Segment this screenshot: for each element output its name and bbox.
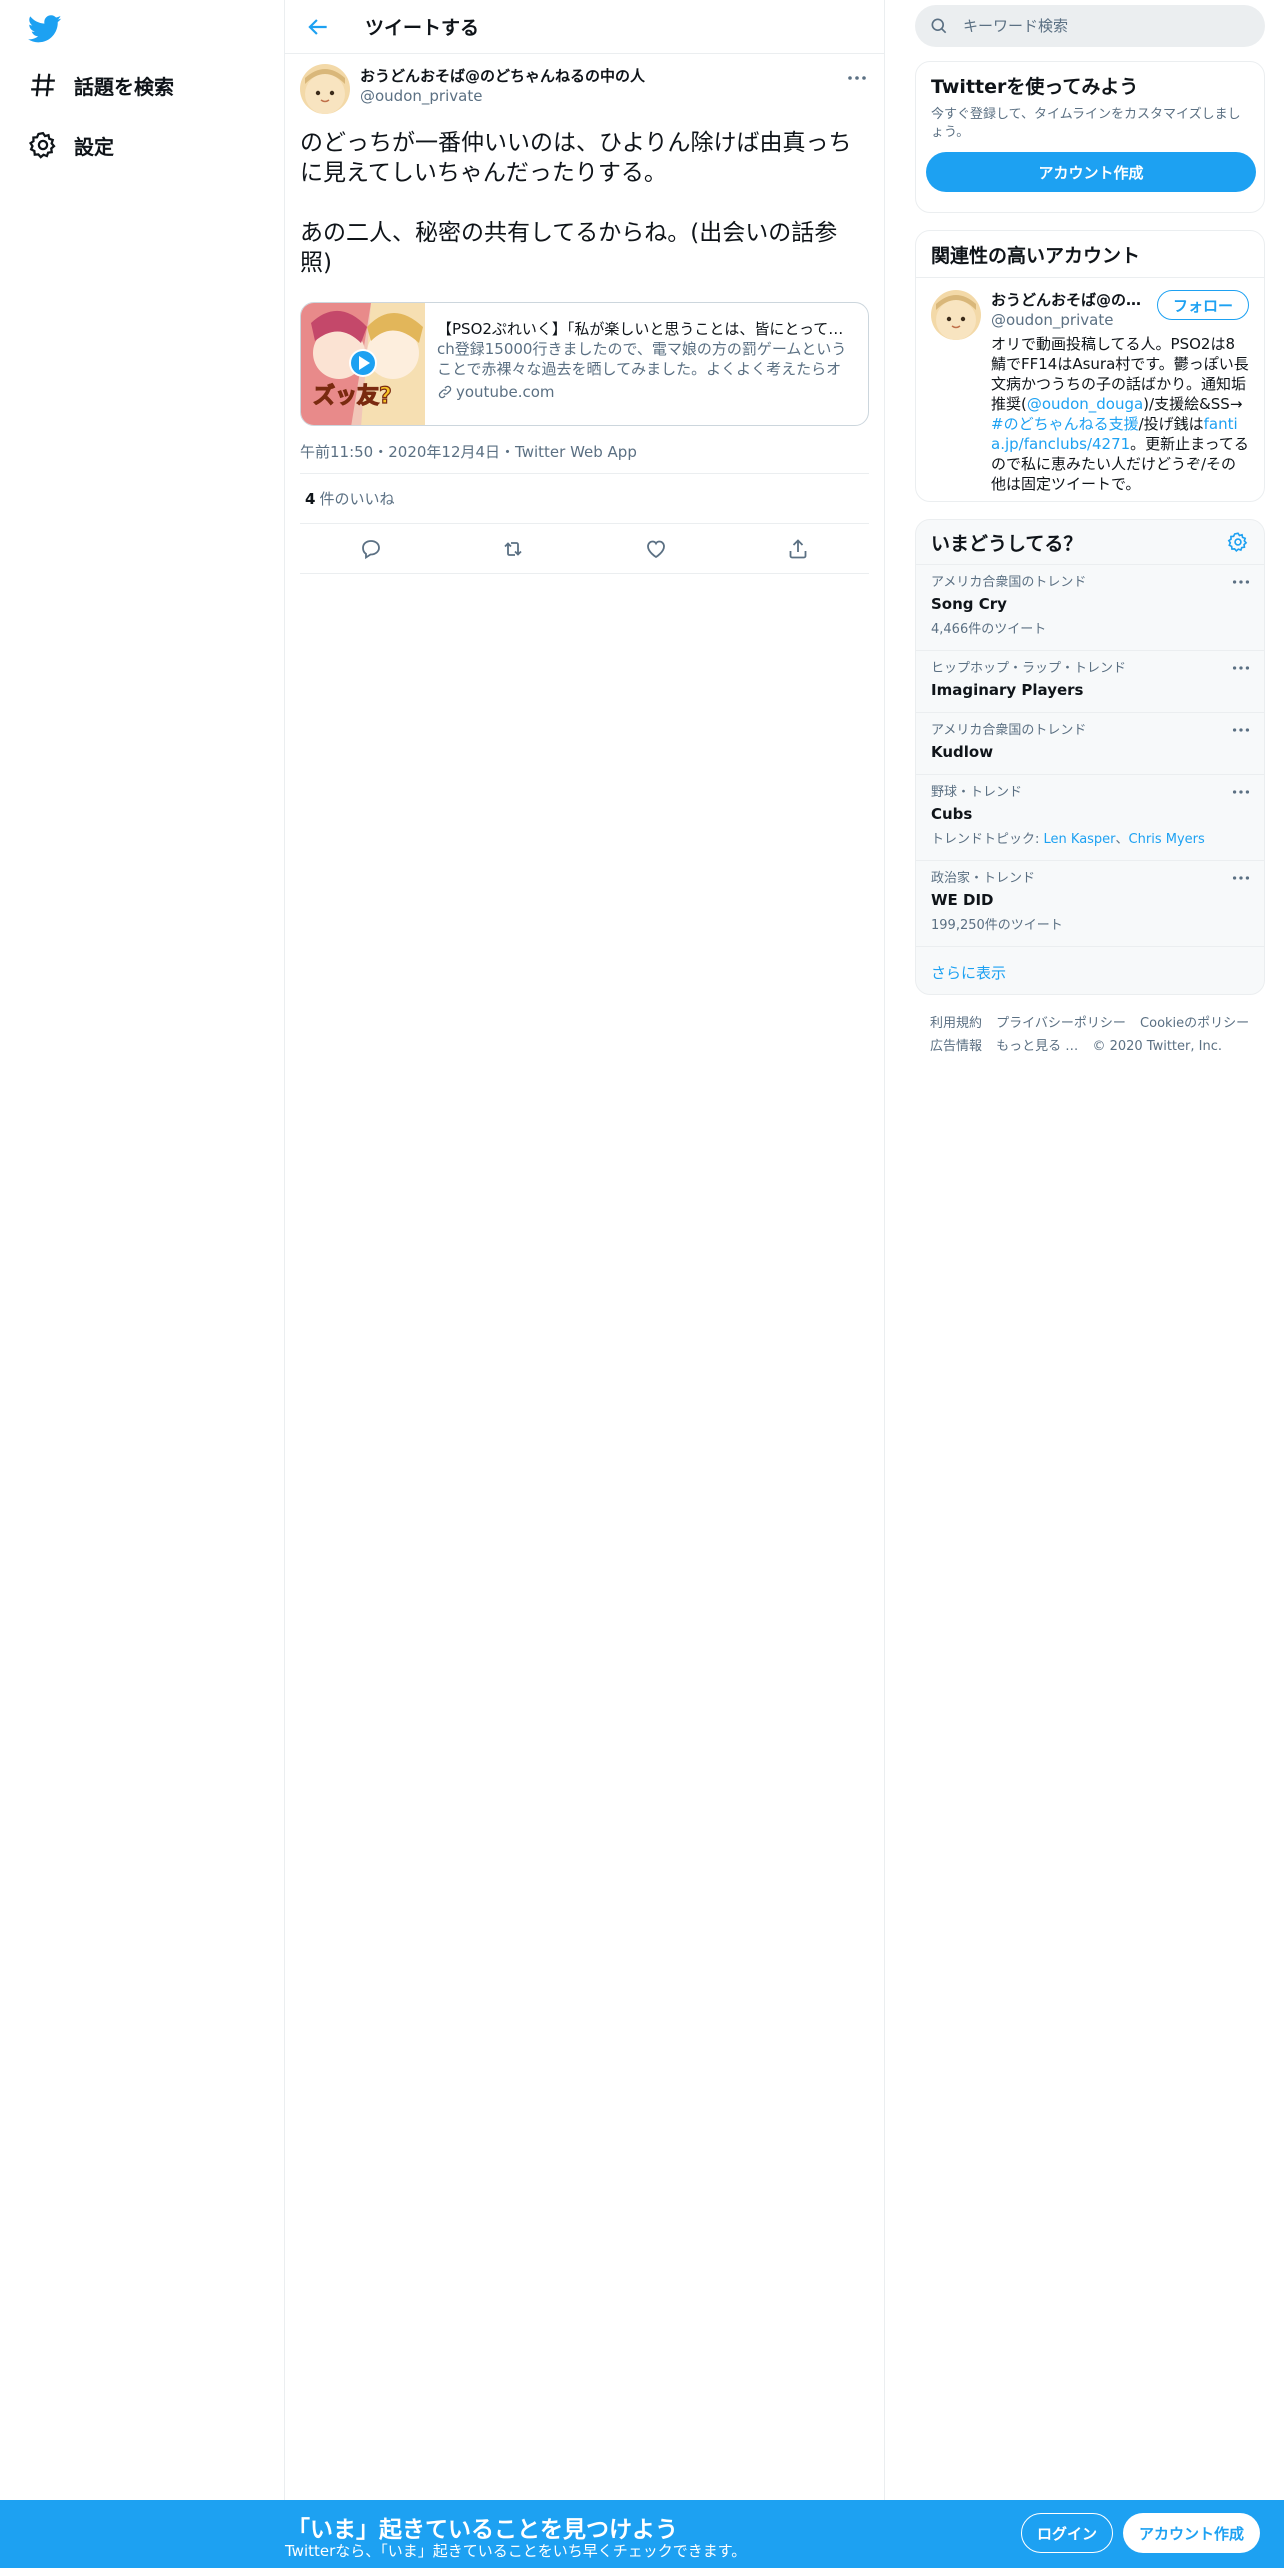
gear-icon (28, 131, 56, 159)
account-row[interactable]: おうどんおそば@の… @oudon_private フォロー オリで動画投稿して… (916, 277, 1264, 494)
settings-gear-icon[interactable] (1227, 531, 1249, 553)
nav-settings-label: 設定 (74, 134, 114, 159)
trend-topic-link[interactable]: Chris Myers (1129, 832, 1205, 847)
footer-privacy-link[interactable]: プライバシーポリシー (996, 1016, 1126, 1031)
trend-item[interactable]: アメリカ合衆国のトレンド Song Cry 4,466件のツイート (916, 564, 1264, 650)
page-header: ツイートする (285, 0, 884, 54)
trend-topic-separator: 、 (1115, 832, 1129, 847)
trend-item[interactable]: アメリカ合衆国のトレンド Kudlow (916, 712, 1264, 774)
bottom-signup-bar: 「いま」起きていることを見つけよう Twitterなら、「いま」起きていることを… (0, 2500, 1284, 2568)
like-heart-icon[interactable] (644, 537, 668, 561)
trend-more-icon[interactable] (1230, 657, 1252, 679)
tweet-actions (300, 524, 869, 574)
trend-topics: トレンドトピック: Len Kasper、Chris Myers (931, 829, 1249, 851)
signup-panel: Twitterを使ってみよう 今すぐ登録して、タイムラインをカスタマイズしましょ… (915, 61, 1265, 213)
signup-title: Twitterを使ってみよう (931, 75, 1139, 98)
bio-link-hashtag[interactable]: #のどちゃんねる支援 (991, 415, 1139, 433)
left-navigation: 話題を検索 設定 (0, 0, 285, 2568)
relevant-title: 関連性の高いアカウント (931, 244, 1141, 267)
trend-name: Imaginary Players (931, 681, 1084, 699)
trend-more-icon[interactable] (1230, 571, 1252, 593)
trend-item[interactable]: ヒップホップ・ラップ・トレンド Imaginary Players (916, 650, 1264, 712)
nav-item-settings[interactable]: 設定 (28, 121, 114, 169)
tweet-text: のどっちが一番仲いいのは、ひよりん除けば由真っちに見えてしいちゃんだったりする。… (300, 130, 852, 276)
bio-text: /投げ銭は (1138, 415, 1204, 433)
follow-button[interactable]: フォロー (1157, 290, 1249, 320)
page-title: ツイートする (365, 17, 480, 39)
trend-category: アメリカ合衆国のトレンド (931, 723, 1087, 738)
trend-topic-label: トレンドトピック: (931, 832, 1044, 847)
trend-count: 4,466件のツイート (931, 622, 1047, 637)
trend-count: 199,250件のツイート (931, 918, 1063, 933)
card-description: ch登録15000行きましたので、電マ娘の方の罰ゲームということで赤裸々な過去を… (437, 340, 847, 378)
trend-item[interactable]: 野球・トレンド Cubs トレンドトピック: Len Kasper、Chris … (916, 774, 1264, 860)
signup-button[interactable]: アカウント作成 (1123, 2513, 1260, 2553)
link-card[interactable]: ズッ友? 【PSO2ぷれいく】「私が楽しいと思うことは、皆にとって… ch登録1… (300, 302, 869, 426)
trend-more-icon[interactable] (1230, 719, 1252, 741)
likes-label: 件のいいね (319, 490, 395, 508)
trend-item[interactable]: 政治家・トレンド WE DID 199,250件のツイート (916, 860, 1264, 946)
trend-category: ヒップホップ・ラップ・トレンド (931, 661, 1127, 676)
more-options-icon[interactable] (845, 66, 869, 90)
account-bio: オリで動画投稿してる人。PSO2は8鯖でFF14はAsura村です。鬱っぽい長文… (991, 334, 1249, 494)
hashtag-icon (31, 73, 55, 97)
retweet-icon[interactable] (501, 537, 525, 561)
bio-text: )/支援絵&SS→ (1143, 395, 1243, 413)
bottom-headline: 「いま」起きていることを見つけよう (287, 2517, 678, 2543)
twitter-logo-icon[interactable] (28, 12, 62, 46)
author-handle[interactable]: @oudon_private (360, 86, 845, 106)
trend-category: 政治家・トレンド (931, 871, 1036, 886)
footer-more-link[interactable]: もっと見る … (996, 1039, 1078, 1054)
footer-terms-link[interactable]: 利用規約 (930, 1016, 982, 1031)
author-display-name[interactable]: おうどんおそば@のどちゃんねるの中の人 (360, 66, 845, 86)
card-thumb-text: ズッ友? (313, 383, 392, 409)
nav-explore-label: 話題を検索 (74, 74, 174, 99)
likes-count[interactable]: 4 件のいいね (300, 474, 869, 524)
trend-name: Kudlow (931, 743, 994, 761)
trends-panel: いまどうしてる？ アメリカ合衆国のトレンド Song Cry 4,466件のツイ… (915, 519, 1265, 995)
footer-copyright: © 2020 Twitter, Inc. (1092, 1039, 1222, 1054)
trend-name: Song Cry (931, 595, 1007, 613)
show-more-link[interactable]: さらに表示 (916, 946, 1264, 994)
login-button[interactable]: ログイン (1021, 2513, 1113, 2553)
tweet-author: おうどんおそば@のどちゃんねるの中の人 @oudon_private (300, 64, 869, 120)
main-column: ツイートする おうどんおそば@のどちゃんねるの中の人 @oudon_privat… (285, 0, 885, 2500)
signup-subtitle: 今すぐ登録して、タイムラインをカスタマイズしましょう。 (931, 107, 1241, 140)
share-icon[interactable] (786, 537, 810, 561)
avatar[interactable] (300, 64, 350, 114)
tweet-timestamp[interactable]: 午前11:50・2020年12月4日・Twitter Web App (300, 442, 869, 474)
search-icon (931, 18, 947, 34)
bio-link-mention[interactable]: @oudon_douga (1027, 395, 1143, 413)
card-thumbnail: ズッ友? (301, 303, 425, 425)
relevant-accounts-panel: 関連性の高いアカウント おうどんおそば@の… @oudon_private フォ… (915, 230, 1265, 502)
search-input[interactable] (963, 17, 1243, 35)
account-display-name[interactable]: おうどんおそば@の… (991, 290, 1151, 310)
footer-ads-link[interactable]: 広告情報 (930, 1039, 982, 1054)
search-box[interactable] (915, 5, 1265, 47)
likes-number: 4 (305, 489, 316, 508)
nav-item-explore[interactable]: 話題を検索 (28, 61, 174, 109)
trend-category: アメリカ合衆国のトレンド (931, 575, 1087, 590)
back-arrow-icon[interactable] (305, 14, 331, 40)
footer-links: 利用規約 プライバシーポリシー Cookieのポリシー 広告情報 もっと見る …… (930, 1012, 1260, 1058)
card-domain: youtube.com (456, 383, 555, 401)
trend-category: 野球・トレンド (931, 785, 1023, 800)
trend-name: Cubs (931, 805, 973, 823)
tweet: おうどんおそば@のどちゃんねるの中の人 @oudon_private のどっちが… (285, 54, 884, 574)
create-account-button[interactable]: アカウント作成 (926, 152, 1256, 192)
card-title: 【PSO2ぷれいく】「私が楽しいと思うことは、皆にとって… (437, 320, 844, 338)
page: 話題を検索 設定 ツイートする おうどんおそば@のどちゃんねるの中の人 @oud… (0, 0, 1284, 2568)
reply-icon[interactable] (359, 537, 383, 561)
account-handle[interactable]: @oudon_private (991, 310, 1151, 330)
trends-title: いまどうしてる？ (931, 532, 1083, 555)
trend-name: WE DID (931, 891, 994, 909)
footer-cookie-link[interactable]: Cookieのポリシー (1140, 1016, 1249, 1031)
link-icon (438, 385, 452, 399)
avatar[interactable] (931, 290, 981, 340)
trend-topic-link[interactable]: Len Kasper (1044, 832, 1116, 847)
trend-more-icon[interactable] (1230, 867, 1252, 889)
bottom-subtext: Twitterなら、「いま」起きていることをいち早くチェックできます。 (285, 2542, 747, 2560)
trend-more-icon[interactable] (1230, 781, 1252, 803)
